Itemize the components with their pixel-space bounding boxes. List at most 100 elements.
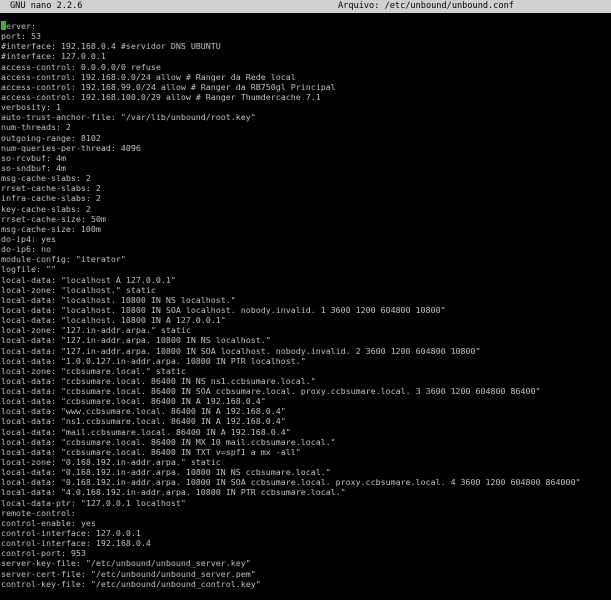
editor-line[interactable]: erver: <box>0 21 611 31</box>
editor-line-text: control-port: 953 <box>1 548 86 559</box>
editor-line[interactable]: #interface: 192.168.0.4 #servidor DNS UB… <box>0 41 611 51</box>
open-file-label: Arquivo: /etc/unbound/unbound.conf <box>338 1 514 11</box>
editor-line[interactable]: msg-cache-slabs: 2 <box>0 173 611 183</box>
editor-line[interactable]: local-zone: "localhost." static <box>0 285 611 295</box>
editor-line-text: verbosity: 1 <box>1 102 61 113</box>
editor-line[interactable]: local-data: "0.168.192.in-addr.arpa. 108… <box>0 467 611 477</box>
editor-line-text: port: 53 <box>1 31 41 42</box>
editor-line-text: msg-cache-size: 100m <box>1 223 101 234</box>
editor-line-text: local-data: "127.in-addr.arpa. 10800 IN … <box>1 345 481 356</box>
editor-line[interactable]: local-zone: "0.168.192.in-addr.arpa." st… <box>0 457 611 467</box>
editor-line-text: local-data: "0.168.192.in-addr.arpa. 108… <box>1 477 581 488</box>
editor-line[interactable]: local-data: "ns1.ccbsumare.local. 86400 … <box>0 416 611 426</box>
editor-line[interactable]: local-data: "ccbsumare.local. 86400 IN A… <box>0 396 611 406</box>
editor-line-text: erver: <box>6 21 36 31</box>
editor-line[interactable]: logfile: "" <box>0 264 611 274</box>
editor-line-text: #interface: 127.0.0.1 <box>1 51 106 62</box>
editor-line-text: local-zone: "127.in-addr.arpa." static <box>1 325 191 336</box>
editor-line-text: num-threads: 2 <box>1 122 71 133</box>
editor-line-text: local-data: "0.168.192.in-addr.arpa. 108… <box>1 467 331 478</box>
editor-line-text: local-data: "localhost. 10800 IN SOA loc… <box>1 304 446 315</box>
editor-line[interactable]: control-port: 953 <box>0 548 611 558</box>
editor-line[interactable]: do-ip6: no <box>0 244 611 254</box>
text-editor-area[interactable]: erver: port: 53 #interface: 192.168.0.4 #s… <box>0 21 611 600</box>
editor-line[interactable]: key-cache-slabs: 2 <box>0 204 611 214</box>
editor-line[interactable]: local-data: "ccbsumare.local. 86400 IN N… <box>0 376 611 386</box>
editor-line[interactable]: local-data: "localhost A 127.0.0.1" <box>0 275 611 285</box>
editor-line[interactable]: control-interface: 127.0.0.1 <box>0 528 611 538</box>
editor-line[interactable]: remote-control: <box>0 508 611 518</box>
editor-line-text: access-control: 192.168.99.0/24 allow # … <box>1 81 336 92</box>
editor-line[interactable]: access-control: 192.168.0.0/24 allow # R… <box>0 72 611 82</box>
editor-line[interactable]: local-data: "1.0.0.127.in-addr.arpa. 108… <box>0 356 611 366</box>
editor-line[interactable]: control-key-file: "/etc/unbound/unbound_… <box>0 579 611 589</box>
editor-line[interactable]: port: 53 <box>0 31 611 41</box>
editor-line-text: local-data: "ccbsumare.local. 86400 IN N… <box>1 375 316 386</box>
editor-line[interactable]: server-key-file: "/etc/unbound/unbound_s… <box>0 558 611 568</box>
editor-line-text: rrset-cache-size: 50m <box>1 213 106 224</box>
editor-line[interactable]: rrset-cache-slabs: 2 <box>0 183 611 193</box>
terminal-window: GNU nano 2.2.6 Arquivo: /etc/unbound/unb… <box>0 0 611 600</box>
editor-line[interactable]: num-threads: 2 <box>0 122 611 132</box>
editor-line[interactable]: outgoing-range: 8102 <box>0 133 611 143</box>
editor-line-text: local-zone: "localhost." static <box>1 284 156 295</box>
editor-line-text: local-data-ptr: "127.0.0.1 localhost" <box>1 497 186 508</box>
editor-line[interactable]: local-data: "4.0.168.192.in-addr.arpa. 1… <box>0 487 611 497</box>
editor-line[interactable]: local-data: "www.ccbsumare.local. 86400 … <box>0 406 611 416</box>
editor-line[interactable]: local-data-ptr: "127.0.0.1 localhost" <box>0 498 611 508</box>
editor-line[interactable]: verbosity: 1 <box>0 102 611 112</box>
editor-line[interactable]: local-data: "ccbsumare.local. 86400 IN S… <box>0 386 611 396</box>
editor-line[interactable]: access-control: 192.168.100.0/29 allow #… <box>0 92 611 102</box>
editor-line[interactable]: local-data: "ccbsumare.local. 86400 IN T… <box>0 447 611 457</box>
editor-line-text: local-data: "ccbsumare.local. 86400 IN T… <box>1 446 301 457</box>
editor-line-text: local-data: "4.0.168.192.in-addr.arpa. 1… <box>1 487 346 498</box>
editor-line-text: access-control: 192.168.0.0/24 allow # R… <box>1 71 296 82</box>
editor-line[interactable]: rrset-cache-size: 50m <box>0 214 611 224</box>
editor-line-text: control-enable: yes <box>1 517 96 528</box>
editor-line[interactable]: local-data: "localhost. 10800 IN SOA loc… <box>0 305 611 315</box>
editor-line[interactable]: access-control: 192.168.99.0/24 allow # … <box>0 82 611 92</box>
editor-line-text: module-config: "iterator" <box>1 254 126 265</box>
editor-line-text: local-data: "1.0.0.127.in-addr.arpa. 108… <box>1 355 306 366</box>
editor-line[interactable]: msg-cache-size: 100m <box>0 224 611 234</box>
editor-line-text: local-data: "mail.ccbsumare.local. 86400… <box>1 426 291 437</box>
editor-line[interactable]: local-data: "localhost. 10800 IN A 127.0… <box>0 315 611 325</box>
editor-line[interactable]: access-control: 0.0.0.0/0 refuse <box>0 62 611 72</box>
editor-line-text: control-interface: 127.0.0.1 <box>1 528 141 539</box>
editor-line-text: control-interface: 192.168.0.4 <box>1 538 151 549</box>
editor-line[interactable]: auto-trust-anchor-file: "/var/lib/unboun… <box>0 112 611 122</box>
editor-line-text: do-ip6: no <box>1 244 51 255</box>
editor-line[interactable]: #interface: 127.0.0.1 <box>0 51 611 61</box>
editor-line[interactable]: local-data: "ccbsumare.local. 86400 IN M… <box>0 437 611 447</box>
editor-line[interactable]: server-cert-file: "/etc/unbound/unbound_… <box>0 569 611 579</box>
editor-line[interactable]: local-data: "localhost. 10800 IN NS loca… <box>0 295 611 305</box>
editor-line-text: infra-cache-slabs: 2 <box>1 193 101 204</box>
editor-line[interactable]: local-zone: "ccbsumare.local." static <box>0 366 611 376</box>
editor-line-text: local-data: "www.ccbsumare.local. 86400 … <box>1 406 286 417</box>
editor-line[interactable]: control-enable: yes <box>0 518 611 528</box>
editor-line[interactable]: local-data: "127.in-addr.arpa. 10800 IN … <box>0 346 611 356</box>
editor-line-text: rrset-cache-slabs: 2 <box>1 183 101 194</box>
editor-line-text: local-zone: "ccbsumare.local." static <box>1 365 186 376</box>
editor-line[interactable]: local-data: "127.in-addr.arpa. 10800 IN … <box>0 335 611 345</box>
editor-line-text: local-data: "ccbsumare.local. 86400 IN M… <box>1 436 336 447</box>
editor-line-text: local-data: "ccbsumare.local. 86400 IN A… <box>1 396 266 407</box>
editor-line[interactable]: local-data: "0.168.192.in-addr.arpa. 108… <box>0 477 611 487</box>
editor-line[interactable]: infra-cache-slabs: 2 <box>0 193 611 203</box>
editor-line-text: local-data: "127.in-addr.arpa. 10800 IN … <box>1 335 271 346</box>
editor-line[interactable]: control-interface: 192.168.0.4 <box>0 538 611 548</box>
editor-line[interactable]: local-data: "mail.ccbsumare.local. 86400… <box>0 427 611 437</box>
editor-line-text: key-cache-slabs: 2 <box>1 203 91 214</box>
editor-line-text: num-queries-per-thread: 4096 <box>1 142 141 153</box>
editor-line[interactable]: do-ip4: yes <box>0 234 611 244</box>
editor-line-text: server-key-file: "/etc/unbound/unbound_s… <box>1 558 251 569</box>
editor-line-text: local-zone: "0.168.192.in-addr.arpa." st… <box>1 457 221 468</box>
editor-line-text: #interface: 192.168.0.4 #servidor DNS UB… <box>1 41 221 52</box>
editor-line[interactable]: module-config: "iterator" <box>0 254 611 264</box>
editor-line[interactable]: local-zone: "127.in-addr.arpa." static <box>0 325 611 335</box>
editor-line[interactable]: so-sndbuf: 4m <box>0 163 611 173</box>
editor-line[interactable]: so-rcvbuf: 4m <box>0 153 611 163</box>
editor-line-text: local-data: "ccbsumare.local. 86400 IN S… <box>1 386 541 397</box>
editor-line[interactable]: num-queries-per-thread: 4096 <box>0 143 611 153</box>
editor-line-text: local-data: "localhost A 127.0.0.1" <box>1 274 176 285</box>
